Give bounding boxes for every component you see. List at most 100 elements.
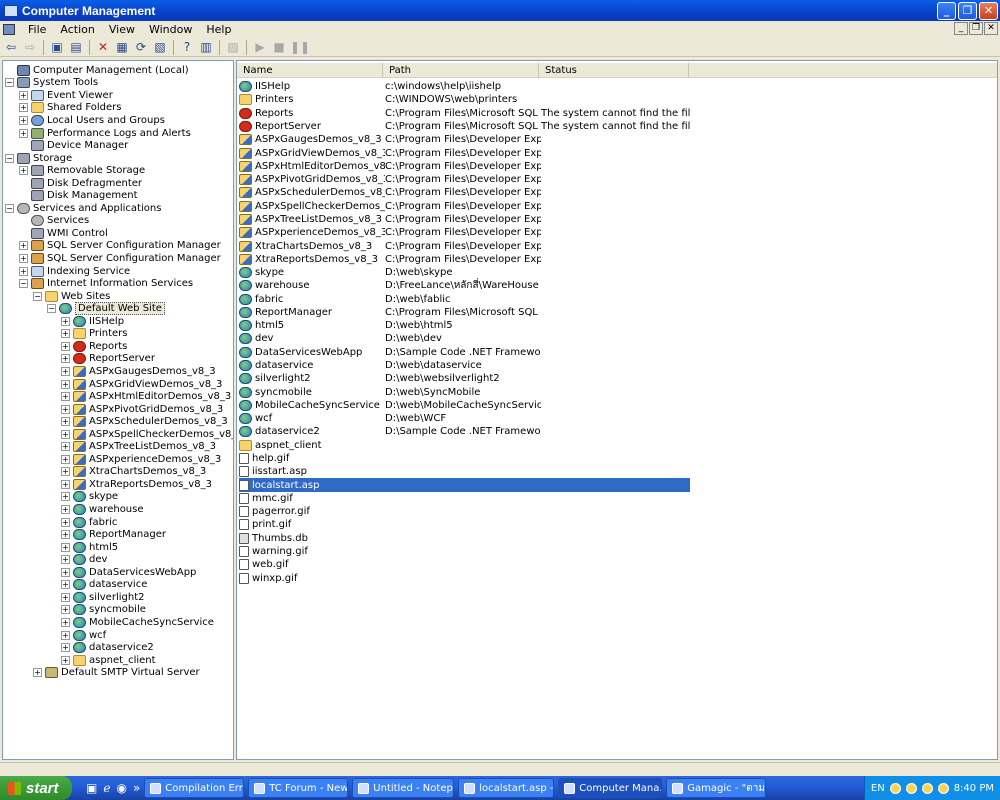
expand-toggle-icon[interactable]: + [61,555,70,565]
tree-item[interactable]: − Storage [5,152,72,165]
tree-item[interactable]: + syncmobile [61,604,146,617]
media-icon[interactable]: ◉ [116,781,126,795]
forward-arrow-icon[interactable]: ⇨ [22,40,38,55]
expand-toggle-icon[interactable]: + [19,90,28,100]
expand-toggle-icon[interactable]: + [61,530,70,540]
tree-item[interactable]: + Default SMTP Virtual Server [33,666,200,679]
tree-item[interactable]: − System Tools [5,77,98,90]
taskbar-button[interactable]: Compilation Erro... [144,778,245,798]
list-item[interactable]: Reports C:\Program Files\Microsoft SQL Se… [239,107,691,120]
collapse-toggle-icon[interactable]: − [5,203,14,213]
taskbar-button[interactable]: localstart.asp - ... [458,778,555,798]
list-item[interactable]: print.gif [239,518,691,531]
tree-item[interactable]: WMI Control [19,227,108,240]
play-icon[interactable]: ▶ [252,40,268,55]
expand-toggle-icon[interactable]: + [61,479,70,489]
browser-icon[interactable]: ℯ [103,781,110,795]
list-item[interactable]: skype D:\web\skype [239,266,691,279]
mdi-minimize-button[interactable]: _ [954,22,968,35]
list-item[interactable]: ASPxHtmlEditorDemos_v8_3 C:\Program Files… [239,160,691,173]
tree-item[interactable]: − Services and Applications [5,202,161,215]
refresh-icon[interactable]: ⟳ [133,40,149,55]
tree-item[interactable]: + Shared Folders [19,102,122,115]
minimize-button[interactable]: _ [937,2,956,20]
taskbar-button[interactable]: Computer Mana... [558,778,663,798]
list-item[interactable]: fabric D:\web\fablic [239,292,691,305]
tree-item[interactable]: − Internet Information Services [19,277,193,290]
taskbar-button[interactable]: Untitled - Notepad [352,778,455,798]
tree-item[interactable]: + ASPxTreeListDemos_v8_3 [61,441,216,454]
close-button[interactable]: ✕ [979,2,998,20]
column-header-status[interactable]: Status [539,63,689,78]
tree-item[interactable]: + aspnet_client [61,654,156,667]
list-item[interactable]: syncmobile D:\web\SyncMobile [239,385,691,398]
list-item[interactable]: Thumbs.db [239,532,691,545]
tree-item[interactable]: + ASPxperienceDemos_v8_3 [61,453,221,466]
start-button[interactable]: start [0,776,72,800]
tree-item[interactable]: Disk Defragmenter [19,177,142,190]
expand-toggle-icon[interactable]: + [19,241,28,251]
tree-item[interactable]: + dataservice2 [61,641,154,654]
tree-item[interactable]: + ASPxGridViewDemos_v8_3 [61,378,222,391]
expand-toggle-icon[interactable]: + [61,643,70,653]
collapse-toggle-icon[interactable]: − [5,78,14,88]
expand-toggle-icon[interactable]: + [61,329,70,339]
list-item[interactable]: ASPxGridViewDemos_v8_3 C:\Program Files\D… [239,146,691,159]
tree-item[interactable]: Device Manager [19,139,128,152]
expand-toggle-icon[interactable]: + [19,254,28,263]
list-item[interactable]: aspnet_client [239,439,691,452]
list-item[interactable]: ReportManager C:\Program Files\Microsoft … [239,306,691,319]
tree-item[interactable]: + ASPxHtmlEditorDemos_v8_3 [61,390,231,403]
tree-item[interactable]: − Web Sites [33,290,110,303]
tree-item[interactable]: + IISHelp [61,315,124,328]
list-item[interactable]: web.gif [239,558,691,571]
tree-item[interactable]: + ASPxSchedulerDemos_v8_3 [61,415,228,428]
tree-item[interactable]: + ASPxSpellCheckerDemos_v8_3 [61,428,233,441]
restore-button[interactable]: ❐ [958,2,977,20]
expand-toggle-icon[interactable]: + [61,404,70,414]
quicklaunch-more-icon[interactable]: » [133,781,140,795]
expand-toggle-icon[interactable]: + [19,115,28,125]
tree-item[interactable]: + Reports [61,340,127,353]
list-item[interactable]: warning.gif [239,545,691,558]
expand-toggle-icon[interactable]: + [61,417,70,427]
tree-item[interactable]: + SQL Server Configuration Manager [19,252,221,265]
list-item[interactable]: help.gif [239,452,691,465]
properties-icon[interactable]: ▦ [114,40,130,55]
expand-toggle-icon[interactable]: + [33,668,42,678]
tree-item[interactable]: + fabric [61,516,117,529]
list-item[interactable]: iisstart.asp [239,465,691,478]
expand-toggle-icon[interactable]: + [61,316,70,326]
collapse-toggle-icon[interactable]: − [33,291,42,301]
network-tray-icon[interactable] [905,782,917,794]
menu-help[interactable]: Help [199,23,238,36]
expand-toggle-icon[interactable]: + [61,392,70,402]
expand-toggle-icon[interactable]: + [61,429,70,439]
expand-toggle-icon[interactable]: + [61,592,70,602]
tree-item[interactable]: − Default Web Site [47,302,165,316]
tree-item[interactable]: + silverlight2 [61,591,144,604]
list-item[interactable]: warehouse D:\FreeLance\หลักสี่\WareHouse [239,279,691,292]
taskbar-button[interactable]: TC Forum - New ... [248,778,349,798]
tree-item[interactable]: + XtraChartsDemos_v8_3 [61,466,206,479]
list-item[interactable]: Printers C:\WINDOWS\web\printers [239,93,691,106]
list-item[interactable]: wcf D:\web\WCF [239,412,691,425]
help-icon[interactable]: ? [179,40,195,55]
expand-toggle-icon[interactable]: + [61,630,70,640]
menu-view[interactable]: View [102,23,142,36]
tree-item[interactable]: + Local Users and Groups [19,114,165,127]
help-tray-icon[interactable] [889,782,901,794]
menu-action[interactable]: Action [53,23,101,36]
tree-item[interactable]: + ReportServer [61,353,155,366]
collapse-toggle-icon[interactable]: − [5,153,14,163]
details-list[interactable]: Name Path Status IISHelp c:\windows\help\… [236,60,998,760]
tree-item[interactable]: Computer Management (Local) [5,64,189,77]
list-item[interactable]: winxp.gif [239,571,691,584]
tree-item[interactable]: + XtraReportsDemos_v8_3 [61,478,212,491]
mmc-system-icon[interactable] [3,24,15,35]
expand-toggle-icon[interactable]: + [61,341,70,351]
tree-item[interactable]: + html5 [61,541,118,554]
expand-toggle-icon[interactable]: + [61,505,70,514]
list-item[interactable]: mmc.gif [239,492,691,505]
tree-item[interactable]: + ASPxPivotGridDemos_v8_3 [61,403,223,416]
